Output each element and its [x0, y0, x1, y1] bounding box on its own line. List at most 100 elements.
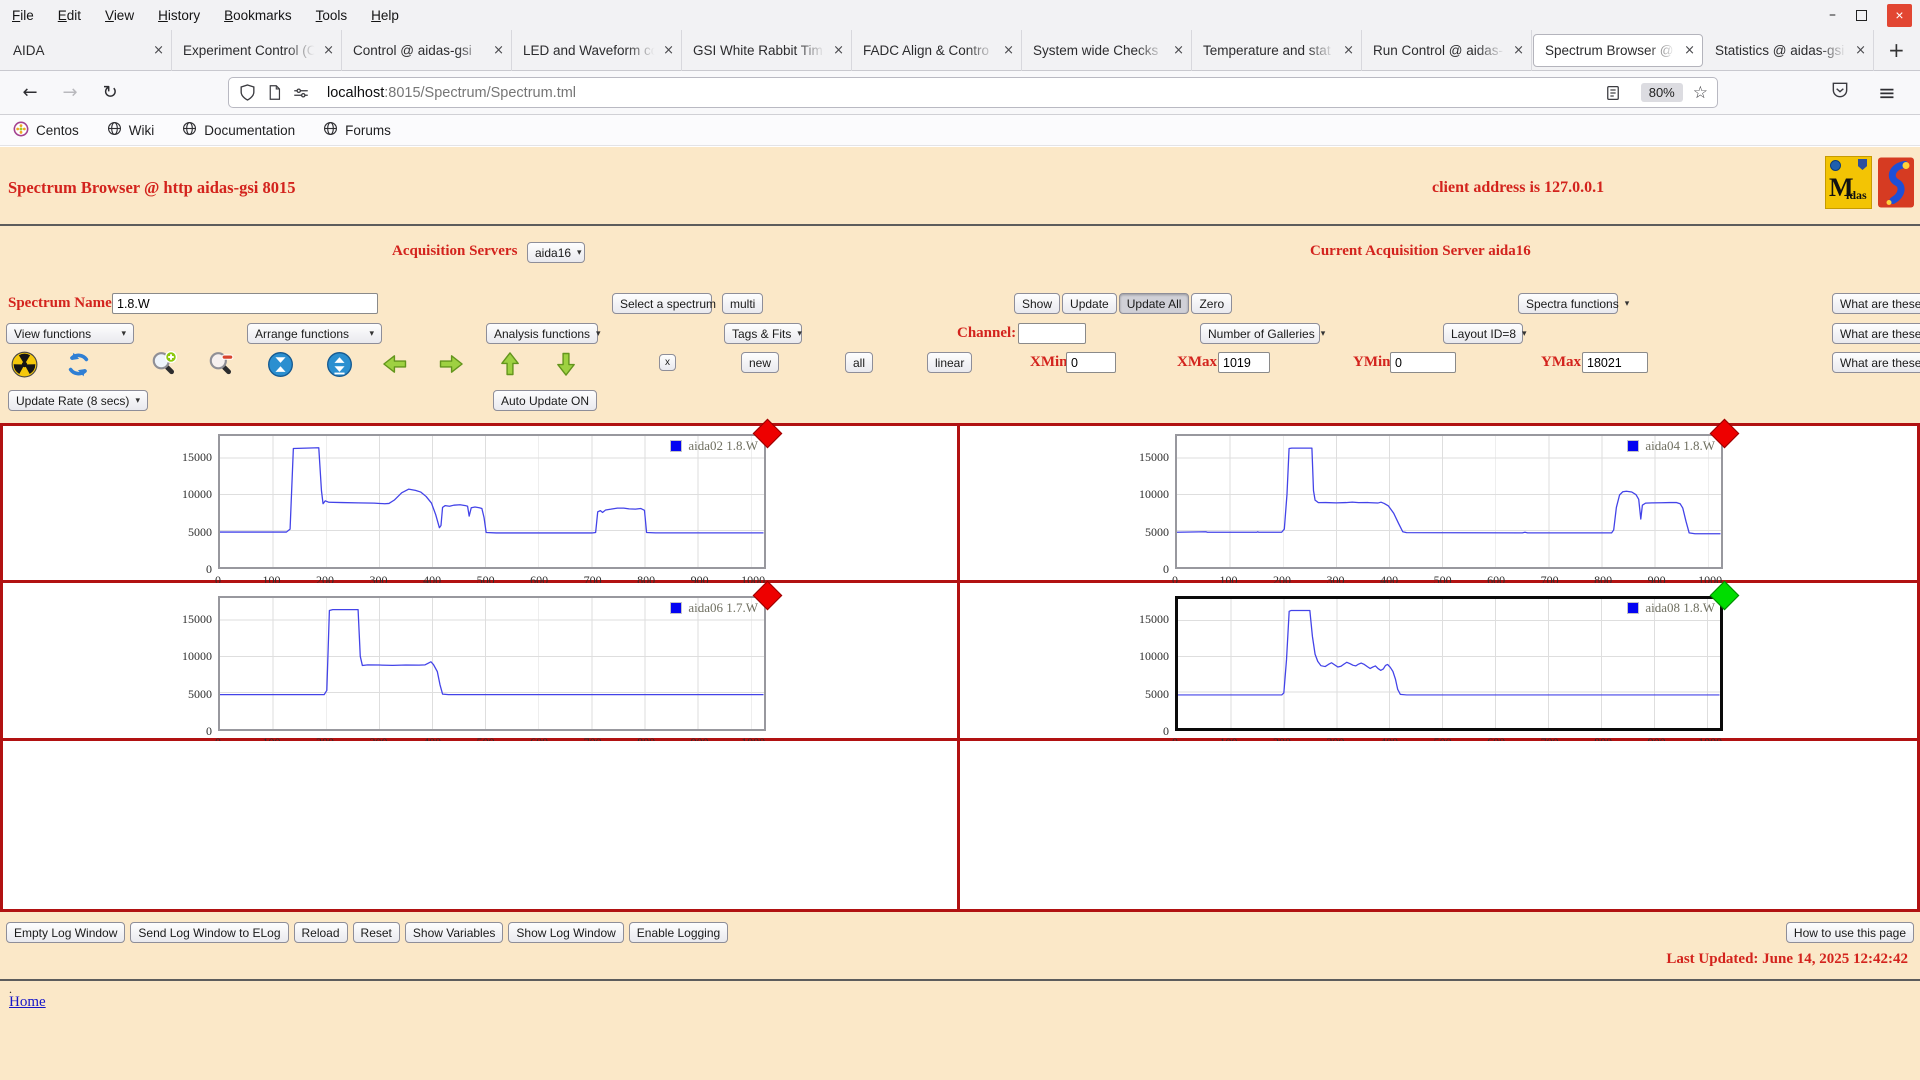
tab-fadc-align-contro[interactable]: FADC Align & Contro × [852, 29, 1022, 71]
tab-close-icon[interactable]: × [663, 43, 674, 58]
gallery-cell-6-empty[interactable] [960, 741, 1917, 909]
tab-close-icon[interactable]: × [1343, 43, 1354, 58]
reader-mode-icon[interactable] [1604, 84, 1622, 102]
xmin-input[interactable] [1066, 352, 1116, 373]
update-all-button[interactable]: Update All [1118, 293, 1190, 314]
expand-y-icon[interactable] [325, 350, 353, 378]
tab-close-icon[interactable]: × [833, 43, 844, 58]
tab-close-icon[interactable]: × [1003, 43, 1014, 58]
chart-plot-area[interactable] [218, 596, 766, 731]
spectrum-chart-aida04[interactable]: 0 5000 10000 15000 0 100 200 300 400 500 600 700 800… [1139, 418, 1740, 587]
zoom-out-icon[interactable] [207, 350, 235, 378]
all-button[interactable]: all [845, 352, 874, 373]
arrow-left-icon[interactable] [381, 350, 409, 378]
view-functions-dropdown[interactable]: View functions [6, 323, 134, 344]
arrow-right-icon[interactable] [437, 350, 465, 378]
gallery-cell-4[interactable]: 0500010000150000100200300400500600700800… [960, 580, 1917, 749]
tab-close-icon[interactable]: × [1684, 43, 1695, 58]
new-tab-button[interactable]: + [1888, 38, 1905, 62]
menu-edit[interactable]: Edit [58, 8, 81, 23]
tab-close-icon[interactable]: × [1173, 43, 1184, 58]
spectrum-chart-aida06[interactable]: 0500010000150000100200300400500600700800… [182, 580, 783, 749]
spectrum-chart-aida08[interactable]: 0500010000150000100200300400500600700800… [1139, 580, 1740, 749]
show-variables-button[interactable]: Show Variables [404, 922, 504, 943]
how-to-use-button[interactable]: How to use this page [1785, 922, 1914, 943]
tab-close-icon[interactable]: × [153, 43, 164, 58]
menu-view[interactable]: View [105, 8, 134, 23]
tab-close-icon[interactable]: × [1513, 43, 1524, 58]
menu-history[interactable]: History [158, 8, 200, 23]
channel-input[interactable] [1018, 323, 1086, 344]
tab-statistics-aidas-gsi[interactable]: Statistics @ aidas-gsi × [1704, 29, 1874, 71]
tab-temperature-and-stat[interactable]: Temperature and stat × [1192, 29, 1362, 71]
chart-plot-area[interactable] [218, 434, 766, 569]
tags-fits-dropdown[interactable]: Tags & Fits [724, 323, 802, 344]
multi-button[interactable]: multi [722, 293, 764, 314]
update-rate-dropdown[interactable]: Update Rate (8 secs) [8, 390, 148, 411]
menu-file[interactable]: File [12, 8, 34, 23]
refresh-icon[interactable] [64, 350, 92, 378]
tab-close-icon[interactable]: × [1855, 43, 1866, 58]
app-menu-icon[interactable]: ≡ [1878, 81, 1896, 105]
tab-close-icon[interactable]: × [323, 43, 334, 58]
menu-tools[interactable]: Tools [316, 8, 348, 23]
select-spectrum-dropdown[interactable]: Select a spectrum [612, 293, 716, 314]
tab-control-aidas-gsi[interactable]: Control @ aidas-gsi × [342, 29, 512, 71]
spectra-functions-dropdown[interactable]: Spectra functions [1518, 293, 1619, 314]
reload-button[interactable]: ↻ [90, 82, 130, 103]
window-close-button[interactable]: × [1887, 3, 1912, 27]
spectrum-name-input[interactable] [112, 293, 378, 314]
what-are-these-button-2[interactable]: What are these? [1832, 323, 1920, 344]
gallery-cell-3[interactable]: 0500010000150000100200300400500600700800… [3, 580, 960, 749]
tracking-shield-icon[interactable] [238, 83, 257, 102]
number-of-galleries-dropdown[interactable]: Number of Galleries [1200, 323, 1320, 344]
tab-spectrum-browser[interactable]: Spectrum Browser @ × [1533, 33, 1703, 67]
tab-aida[interactable]: AIDA × [2, 29, 172, 71]
bookmark-star-icon[interactable]: ☆ [1693, 83, 1708, 103]
gallery-cell-2[interactable]: 0 5000 10000 15000 0 100 200 300 400 500 600 700 800… [960, 418, 1917, 587]
menu-help[interactable]: Help [371, 8, 399, 23]
back-button[interactable]: ← [10, 82, 50, 103]
show-button[interactable]: Show [1014, 293, 1061, 314]
tab-led-and-waveform-co[interactable]: LED and Waveform co × [512, 29, 682, 71]
arrow-up-icon[interactable] [496, 350, 524, 378]
window-maximize-button[interactable] [1856, 9, 1867, 21]
tab-gsi-white-rabbit-tim[interactable]: GSI White Rabbit Tim × [682, 29, 852, 71]
acquisition-server-select[interactable]: aida16 [527, 242, 585, 263]
radioactive-icon[interactable] [10, 350, 38, 378]
zoom-level-badge[interactable]: 80% [1640, 83, 1683, 102]
bookmark-forums[interactable]: Forums [323, 121, 391, 140]
analysis-functions-dropdown[interactable]: Analysis functions [486, 323, 598, 344]
bookmark-centos[interactable]: Centos [13, 121, 79, 140]
url-bar[interactable]: localhost:8015/Spectrum/Spectrum.tml 80%… [228, 77, 1718, 108]
x-scale-button[interactable]: x [659, 354, 676, 371]
reset-button[interactable]: Reset [352, 922, 400, 943]
bookmark-wiki[interactable]: Wiki [107, 121, 154, 140]
linear-button[interactable]: linear [927, 352, 973, 373]
tab-system-wide-checks[interactable]: System wide Checks × [1022, 29, 1192, 71]
compress-y-icon[interactable] [266, 350, 294, 378]
new-button[interactable]: new [741, 352, 780, 373]
tab-run-control-aidas[interactable]: Run Control @ aidas- × [1362, 29, 1532, 71]
spectrum-chart-aida02[interactable]: 0 5000 10000 15000 0 100 200 300 400 500 600 700 800… [182, 418, 783, 587]
what-are-these-button-3[interactable]: What are these? [1832, 352, 1920, 373]
ymin-input[interactable] [1390, 352, 1456, 373]
auto-update-button[interactable]: Auto Update ON [493, 390, 598, 411]
gallery-cell-1[interactable]: 0 5000 10000 15000 0 100 200 300 400 500 600 700 800… [3, 418, 960, 587]
layout-id-dropdown[interactable]: Layout ID=8 [1443, 323, 1523, 344]
show-log-window-button[interactable]: Show Log Window [508, 922, 624, 943]
chart-plot-area[interactable] [1175, 596, 1723, 731]
menu-bookmarks[interactable]: Bookmarks [224, 8, 292, 23]
zoom-in-icon[interactable] [150, 350, 178, 378]
arrow-down-icon[interactable] [552, 350, 580, 378]
tab-close-icon[interactable]: × [493, 43, 504, 58]
reload-button[interactable]: Reload [293, 922, 348, 943]
send-log-window-to-elog-button[interactable]: Send Log Window to ELog [130, 922, 289, 943]
what-are-these-button-1[interactable]: What are these? [1832, 293, 1920, 314]
chart-plot-area[interactable] [1175, 434, 1723, 569]
update-button[interactable]: Update [1062, 293, 1117, 314]
bookmark-documentation[interactable]: Documentation [182, 121, 295, 140]
home-link[interactable]: Home [9, 994, 46, 1011]
tab-experiment-control-c[interactable]: Experiment Control (C × [172, 29, 342, 71]
empty-log-window-button[interactable]: Empty Log Window [6, 922, 126, 943]
